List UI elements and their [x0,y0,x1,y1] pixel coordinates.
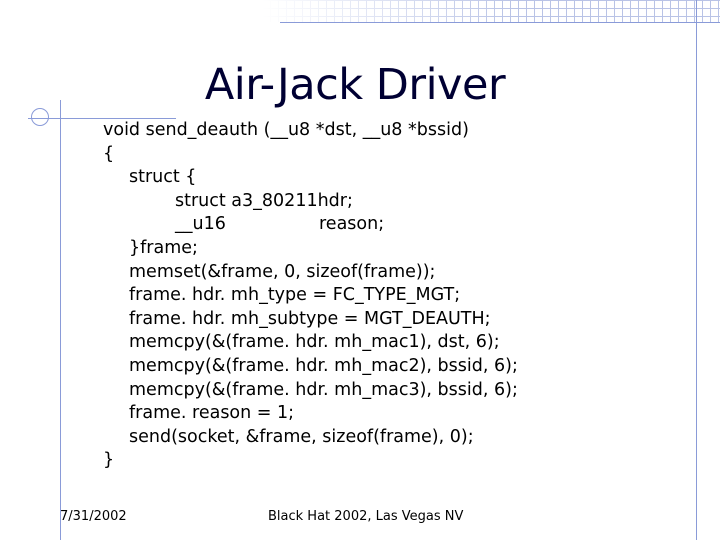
code-line: memcpy(&(frame. hdr. mh_mac1), dst, 6); [129,332,500,353]
footer-event: Black Hat 2002, Las Vegas NV [268,509,464,524]
decorative-circle-icon [31,108,49,126]
decorative-line-top [280,22,720,23]
decorative-grid [262,0,720,22]
code-line: frame. reason = 1; [129,403,295,424]
slide-title: Air-Jack Driver [204,60,506,110]
code-line: }frame; [129,237,198,258]
slide: Air-Jack Driver void send_deauth (__u8 *… [0,0,720,540]
code-line: frame. hdr. mh_subtype = MGT_DEAUTH; [129,308,491,329]
decorative-line-left [60,100,61,540]
code-line: memcpy(&(frame. hdr. mh_mac3), bssid, 6)… [129,379,518,400]
code-line: frame. hdr. mh_type = FC_TYPE_MGT; [129,285,461,306]
code-block: void send_deauth (__u8 *dst, __u8 *bssid… [103,119,703,473]
code-line: void send_deauth (__u8 *dst, __u8 *bssid… [103,120,469,140]
code-line: __u16 reason; [103,213,703,237]
code-line: { [103,143,115,164]
code-line: send(socket, &frame, sizeof(frame), 0); [129,426,474,447]
code-token: __u16 [175,214,226,235]
code-line: } [103,450,115,471]
code-line: memcpy(&(frame. hdr. mh_mac2), bssid, 6)… [129,355,518,376]
code-line: memset(&frame, 0, sizeof(frame)); [129,261,436,282]
code-token: reason; [319,214,385,235]
footer-date: 7/31/2002 [60,509,127,524]
code-line: struct a3_80211hdr; [175,190,353,211]
code-line: struct { [129,167,197,188]
